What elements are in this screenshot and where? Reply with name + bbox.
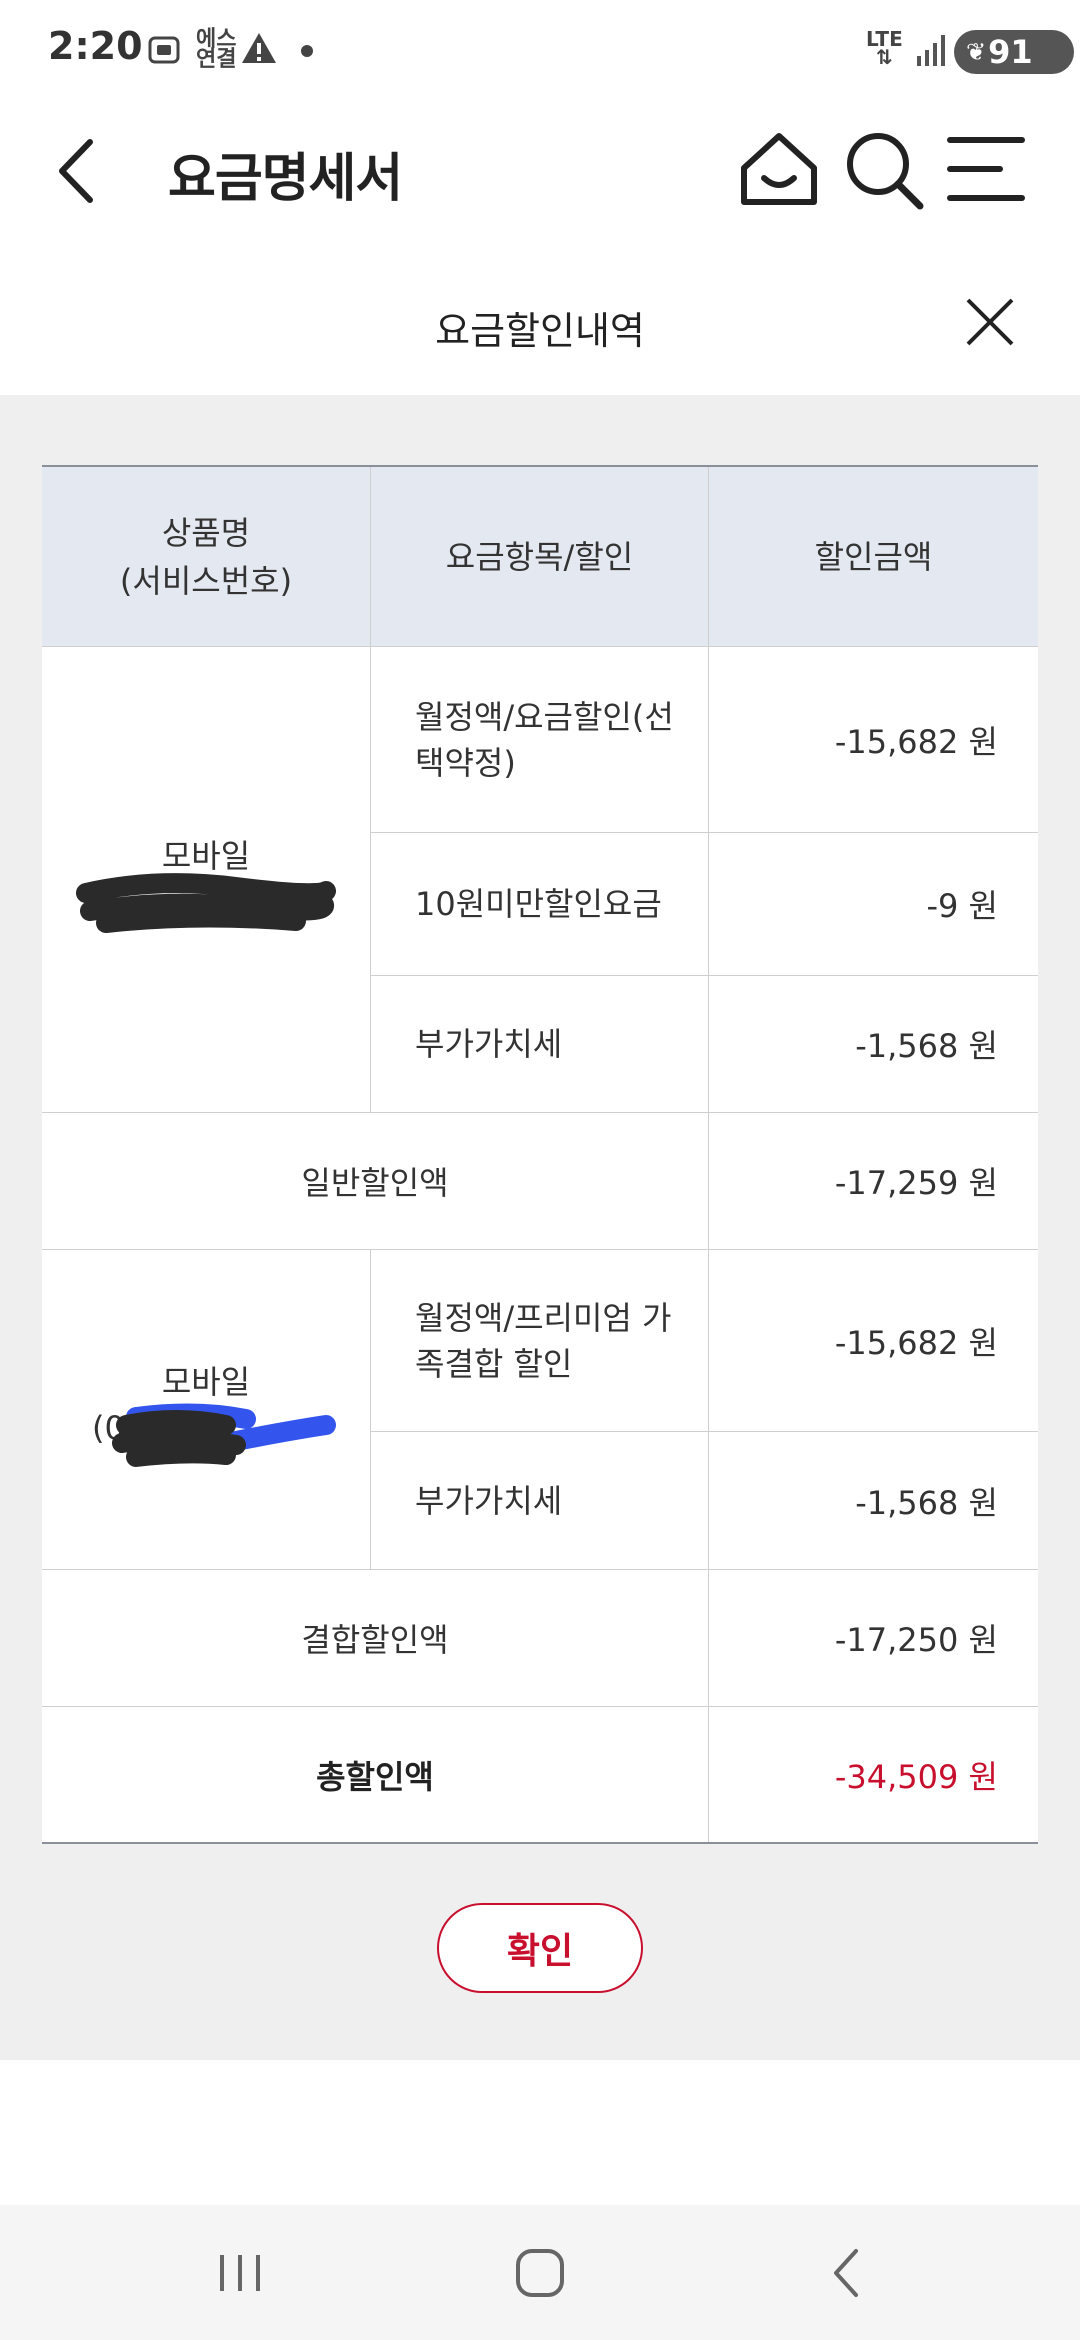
system-nav-bar <box>0 2205 1080 2340</box>
item-label: 10원미만할인요금 <box>371 833 709 975</box>
status-bar: 2:20 에스 연결 LTE ⇅ ❦ 91 <box>0 0 1080 100</box>
confirm-button[interactable]: 확인 <box>437 1903 643 1993</box>
item-amount: -1,568 원 <box>855 1483 998 1522</box>
subtotal-amount: -17,250 원 <box>834 1621 998 1659</box>
home-button-icon[interactable] <box>510 2245 570 2301</box>
network-text-icon: 에스 연결 <box>196 27 237 72</box>
subtotal-amount: -17,259 원 <box>834 1164 998 1202</box>
modal-header: 요금할인내역 <box>0 270 1080 395</box>
redaction-scribble <box>112 1402 336 1467</box>
total-row: 총할인액 -34,509 원 <box>42 1707 1038 1842</box>
app-header: 요금명세서 <box>0 100 1080 240</box>
subtotal-label: 결합할인액 <box>42 1570 709 1706</box>
dot-icon <box>301 45 313 57</box>
item-label: 부가가치세 <box>371 976 709 1112</box>
table-row: 월정액/프리미엄 가족결합 할인 -15,682 원 <box>371 1250 1038 1432</box>
back-arrow-icon[interactable] <box>52 136 112 206</box>
discount-table: 상품명 (서비스번호) 요금항목/할인 할인금액 모바일 ( 월정액/요금할인(선… <box>42 465 1038 1844</box>
column-header-amount: 할인금액 <box>814 537 933 576</box>
item-label: 월정액/프리미엄 가족결합 할인 <box>371 1250 709 1431</box>
total-label: 총할인액 <box>42 1707 709 1842</box>
item-amount: -1,568 원 <box>855 1027 998 1065</box>
subtotal-label: 일반할인액 <box>42 1113 709 1249</box>
subtotal-row: 일반할인액 -17,259 원 <box>42 1113 1038 1250</box>
item-amount: -15,682 원 <box>834 1323 998 1362</box>
table-row: 부가가치세 -1,568 원 <box>371 1432 1038 1569</box>
item-amount: -15,682 원 <box>834 722 998 761</box>
product-group: 모바일 ( 월정액/요금할인(선택약정) -15,682 원 10원미만할인요금… <box>42 647 1038 1113</box>
product-group: 모바일 (01 월정액/프리미엄 가족결합 할인 -15,682 원 부가가치세… <box>42 1250 1038 1570</box>
menu-icon[interactable] <box>944 126 1030 212</box>
page-title: 요금명세서 <box>168 149 403 209</box>
total-amount: -34,509 원 <box>834 1757 998 1796</box>
search-icon[interactable] <box>840 126 926 212</box>
battery-indicator: ❦ 91 <box>954 30 1074 74</box>
content-area: 상품명 (서비스번호) 요금항목/할인 할인금액 모바일 ( 월정액/요금할인(선… <box>0 395 1080 2060</box>
product-name-cell: 모바일 (01 <box>42 1250 371 1569</box>
status-time: 2:20 <box>48 24 143 68</box>
home-icon[interactable] <box>736 126 822 212</box>
nav-back-icon[interactable] <box>816 2245 876 2301</box>
screenshot-icon <box>148 36 180 64</box>
leaf-icon: ❦ <box>966 38 987 66</box>
modal-title: 요금할인내역 <box>435 309 645 353</box>
product-name-cell: 모바일 ( <box>42 647 371 1112</box>
product-name: 모바일 <box>161 1362 251 1401</box>
recent-apps-icon[interactable] <box>210 2245 270 2301</box>
product-name: 모바일 <box>161 836 251 875</box>
warning-icon <box>242 33 276 63</box>
table-row: 월정액/요금할인(선택약정) -15,682 원 <box>371 647 1038 833</box>
table-row: 10원미만할인요금 -9 원 <box>371 833 1038 976</box>
signal-icon <box>917 35 945 66</box>
column-header-item: 요금항목/할인 <box>371 467 709 646</box>
item-label: 부가가치세 <box>371 1432 709 1569</box>
column-header-product: 상품명 (서비스번호) <box>42 467 371 646</box>
table-row: 부가가치세 -1,568 원 <box>371 976 1038 1112</box>
subtotal-row: 결합할인액 -17,250 원 <box>42 1570 1038 1707</box>
lte-indicator: LTE ⇅ <box>866 27 903 69</box>
table-header-row: 상품명 (서비스번호) 요금항목/할인 할인금액 <box>42 467 1038 647</box>
item-amount: -9 원 <box>926 887 998 925</box>
close-icon[interactable] <box>962 294 1018 350</box>
redaction-scribble <box>76 872 336 933</box>
item-label: 월정액/요금할인(선택약정) <box>371 647 709 832</box>
